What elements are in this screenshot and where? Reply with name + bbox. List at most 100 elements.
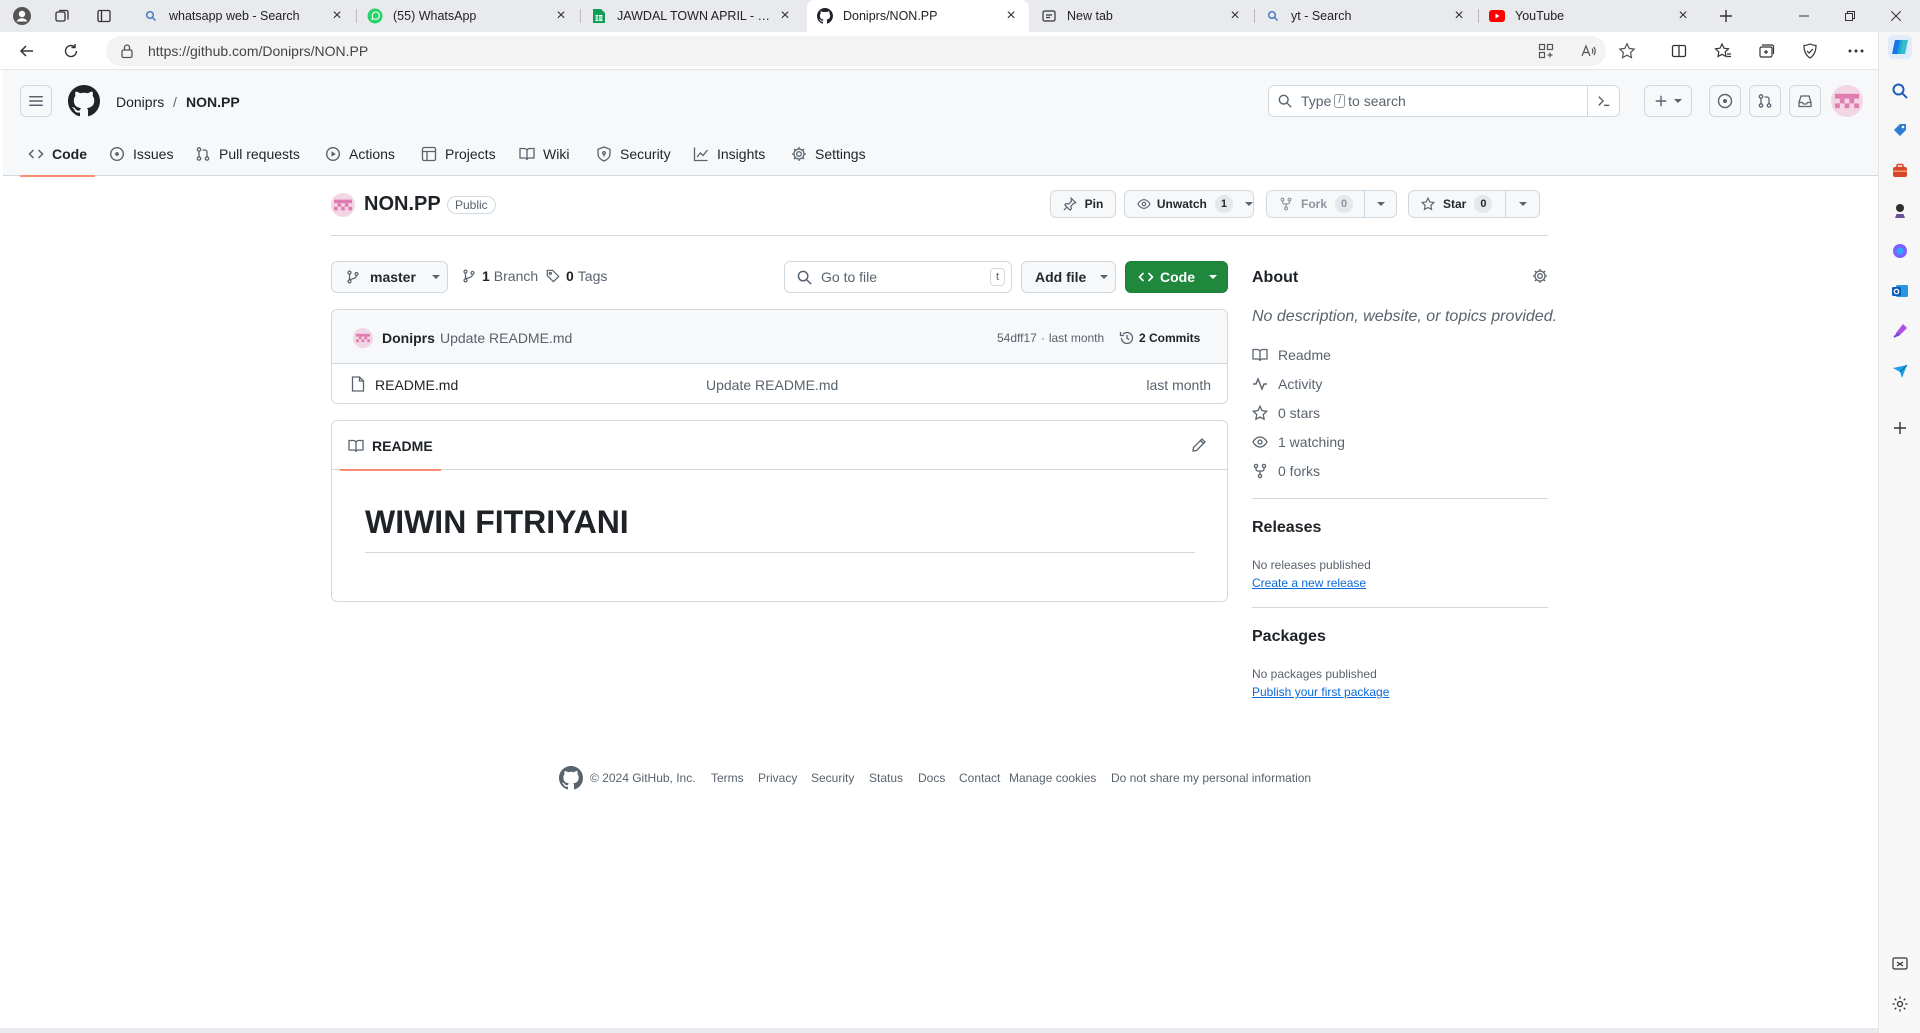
tab-projects[interactable]: Projects — [421, 132, 496, 176]
search-icon[interactable] — [1888, 79, 1912, 103]
minimize-icon[interactable] — [1782, 0, 1826, 32]
footer-link-docs[interactable]: Docs — [918, 771, 945, 785]
lock-icon[interactable] — [120, 43, 134, 59]
tools-icon[interactable] — [1888, 159, 1912, 183]
close-tab-icon[interactable]: × — [1003, 7, 1019, 25]
restore-icon[interactable] — [1828, 0, 1872, 32]
repo-name[interactable]: NON.PP — [364, 193, 441, 216]
about-stars-link[interactable]: 0 stars — [1252, 405, 1320, 421]
pin-button[interactable]: Pin — [1050, 190, 1116, 218]
copilot-icon[interactable] — [1888, 35, 1912, 59]
code-dropdown-button[interactable]: Code — [1125, 261, 1228, 293]
avatar[interactable] — [353, 328, 373, 348]
more-options-icon[interactable] — [1846, 41, 1866, 61]
github-logo-icon[interactable] — [559, 766, 583, 790]
star-button[interactable]: Star 0 — [1408, 190, 1506, 218]
about-watching-link[interactable]: 1 watching — [1252, 434, 1345, 450]
about-readme-link[interactable]: Readme — [1252, 347, 1331, 363]
add-sidebar-app-icon[interactable] — [1888, 416, 1912, 440]
table-row[interactable]: README.md Update README.md last month — [332, 364, 1227, 403]
tab-wiki[interactable]: Wiki — [519, 132, 569, 176]
commit-message[interactable]: Update README.md — [440, 330, 572, 346]
footer-link-contact[interactable]: Contact — [959, 771, 1000, 785]
issues-button[interactable] — [1709, 85, 1741, 117]
github-logo-icon[interactable] — [68, 85, 100, 117]
file-commit-message[interactable]: Update README.md — [706, 377, 838, 393]
favorite-star-icon[interactable] — [1617, 41, 1637, 61]
tab-insights[interactable]: Insights — [693, 132, 765, 176]
commit-hash[interactable]: 54dff17 — [997, 331, 1037, 345]
star-dropdown-button[interactable] — [1505, 190, 1540, 218]
publish-package-link[interactable]: Publish your first package — [1252, 685, 1389, 699]
footer-link-security[interactable]: Security — [811, 771, 854, 785]
add-file-button[interactable]: Add file — [1021, 261, 1116, 293]
browser-tab-active[interactable]: Doniprs/NON.PP × — [807, 0, 1029, 32]
back-icon[interactable] — [12, 37, 42, 65]
screenshot-icon[interactable] — [1888, 952, 1912, 976]
refresh-icon[interactable] — [56, 37, 86, 65]
avatar[interactable] — [1831, 85, 1863, 117]
tab-security[interactable]: Security — [596, 132, 671, 176]
releases-title[interactable]: Releases — [1252, 519, 1321, 537]
close-window-icon[interactable] — [1874, 0, 1918, 32]
tab-actions-icon[interactable] — [92, 4, 116, 28]
app-available-icon[interactable] — [1536, 41, 1556, 61]
inbox-button[interactable] — [1789, 85, 1821, 117]
browser-tab[interactable]: JAWDAL TOWN APRIL - Googl × — [581, 0, 803, 32]
profile-icon[interactable] — [10, 4, 34, 28]
command-palette-icon[interactable] — [1587, 86, 1619, 116]
url-field[interactable]: https://github.com/Doniprs/NON.PP — [106, 36, 1606, 66]
tab-pull-requests[interactable]: Pull requests — [195, 132, 300, 176]
create-new-button[interactable] — [1644, 85, 1692, 117]
browser-essentials-icon[interactable] — [1800, 41, 1820, 61]
about-activity-link[interactable]: Activity — [1252, 376, 1322, 392]
breadcrumb-repo[interactable]: NON.PP — [186, 94, 240, 110]
close-tab-icon[interactable]: × — [1227, 7, 1243, 25]
readme-tab[interactable]: README — [340, 421, 441, 471]
tab-code[interactable]: Code — [20, 132, 95, 177]
close-tab-icon[interactable]: × — [777, 7, 793, 25]
browser-tab[interactable]: yt - Search × — [1255, 0, 1477, 32]
tab-issues[interactable]: Issues — [109, 132, 173, 176]
create-release-link[interactable]: Create a new release — [1252, 576, 1366, 590]
close-tab-icon[interactable]: × — [1675, 7, 1691, 25]
browser-tab[interactable]: (55) WhatsApp × — [357, 0, 579, 32]
footer-link-terms[interactable]: Terms — [711, 771, 744, 785]
commit-author[interactable]: Doniprs — [382, 330, 435, 346]
footer-link-manage-cookies[interactable]: Manage cookies — [1009, 771, 1096, 785]
games-icon[interactable] — [1888, 199, 1912, 223]
shopping-icon[interactable] — [1888, 119, 1912, 143]
footer-link-privacy[interactable]: Privacy — [758, 771, 797, 785]
tab-actions[interactable]: Actions — [325, 132, 395, 176]
new-tab-icon[interactable] — [1714, 4, 1738, 28]
workspaces-icon[interactable] — [50, 4, 74, 28]
about-forks-link[interactable]: 0 forks — [1252, 463, 1320, 479]
branches-link[interactable]: 1 Branch — [462, 268, 538, 284]
fork-dropdown-button[interactable] — [1364, 190, 1397, 218]
unwatch-button[interactable]: Unwatch 1 — [1124, 190, 1254, 218]
pull-requests-button[interactable] — [1749, 85, 1781, 117]
collections-icon[interactable] — [1756, 41, 1776, 61]
tab-settings[interactable]: Settings — [791, 132, 866, 176]
edit-pencil-icon[interactable] — [1191, 437, 1207, 453]
branch-selector[interactable]: master — [331, 261, 448, 293]
browser-tab[interactable]: whatsapp web - Search × — [133, 0, 355, 32]
footer-link-status[interactable]: Status — [869, 771, 903, 785]
global-menu-button[interactable] — [20, 85, 52, 117]
sidebar-settings-icon[interactable] — [1888, 992, 1912, 1016]
close-tab-icon[interactable]: × — [329, 7, 345, 25]
close-tab-icon[interactable]: × — [553, 7, 569, 25]
microsoft-365-icon[interactable] — [1888, 239, 1912, 263]
designer-icon[interactable] — [1888, 319, 1912, 343]
breadcrumb-owner[interactable]: Doniprs — [116, 94, 164, 110]
browser-tab[interactable]: YouTube × — [1479, 0, 1701, 32]
packages-title[interactable]: Packages — [1252, 628, 1326, 646]
go-to-file-input[interactable]: Go to file t — [784, 261, 1012, 293]
global-search-input[interactable]: Type / to search — [1268, 85, 1620, 117]
commits-link[interactable]: 2 Commits — [1119, 330, 1200, 346]
fork-button[interactable]: Fork 0 — [1266, 190, 1365, 218]
read-aloud-icon[interactable] — [1578, 41, 1598, 61]
outlook-icon[interactable] — [1888, 279, 1912, 303]
browser-tab[interactable]: New tab × — [1031, 0, 1253, 32]
close-tab-icon[interactable]: × — [1451, 7, 1467, 25]
